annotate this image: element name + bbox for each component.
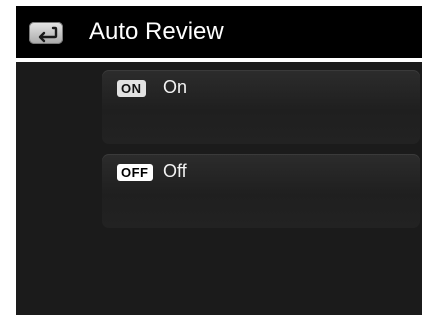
on-badge-icon: ON bbox=[117, 80, 146, 97]
option-on[interactable]: ON On bbox=[102, 70, 420, 144]
option-label: Off bbox=[163, 161, 187, 181]
back-arrow-icon bbox=[38, 26, 58, 43]
camera-menu-screen: Auto Review ON On OFF Off bbox=[16, 6, 422, 315]
header-divider bbox=[16, 58, 422, 62]
page-title: Auto Review bbox=[89, 18, 224, 45]
option-off[interactable]: OFF Off bbox=[102, 154, 420, 228]
off-badge-icon: OFF bbox=[117, 164, 153, 181]
back-button[interactable] bbox=[29, 22, 63, 44]
option-label: On bbox=[163, 77, 188, 97]
menu-header: Auto Review bbox=[16, 6, 422, 58]
